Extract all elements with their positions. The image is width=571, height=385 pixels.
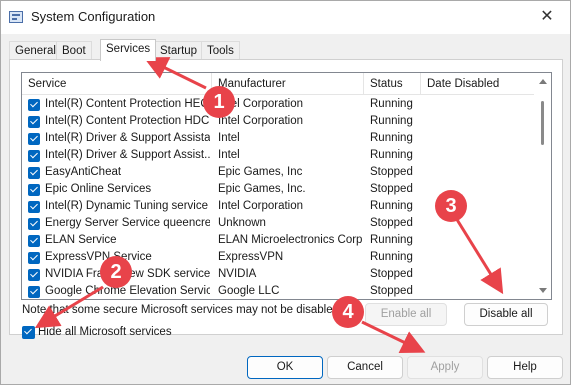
status-cell: Running [370, 234, 413, 246]
manufacturer-cell: ELAN Microelectronics Corp. [218, 234, 362, 246]
vertical-scrollbar[interactable] [534, 73, 551, 299]
service-checkbox[interactable] [28, 150, 40, 162]
service-checkbox[interactable] [28, 99, 40, 111]
service-checkbox[interactable] [28, 184, 40, 196]
table-row[interactable]: Google Chrome Elevation Servic... Google … [22, 283, 535, 299]
scroll-down-arrow-icon[interactable] [539, 288, 547, 293]
service-name-cell: Intel(R) Content Protection HDC... [45, 115, 210, 127]
status-cell: Running [370, 115, 413, 127]
status-cell: Running [370, 200, 413, 212]
scroll-up-arrow-icon[interactable] [539, 79, 547, 84]
tab-startup[interactable]: Startup [154, 41, 204, 60]
service-checkbox[interactable] [28, 252, 40, 264]
manufacturer-cell: Intel Corporation [218, 98, 304, 110]
manufacturer-cell: Intel Corporation [218, 115, 304, 127]
service-checkbox[interactable] [28, 167, 40, 179]
disable-all-button[interactable]: Disable all [464, 303, 548, 326]
status-cell: Stopped [370, 183, 413, 195]
tab-boot[interactable]: Boot [56, 41, 92, 60]
list-header: Service Manufacturer Status Date Disable… [22, 73, 535, 95]
table-row[interactable]: ELAN Service ELAN Microelectronics Corp. R… [22, 232, 535, 249]
tab-services[interactable]: Services [100, 39, 157, 61]
service-name-cell: Intel(R) Driver & Support Assist... [45, 149, 210, 161]
services-panel: Service Manufacturer Status Date Disable… [9, 59, 563, 339]
table-row[interactable]: ExpressVPN Service ExpressVPN Running [22, 249, 535, 266]
status-cell: Stopped [370, 166, 413, 178]
close-button[interactable]: ✕ [524, 1, 570, 33]
annotation-badge-3: 3 [435, 190, 467, 222]
column-header-service[interactable]: Service [22, 73, 212, 95]
tab-general[interactable]: General [9, 41, 62, 60]
status-cell: Running [370, 132, 413, 144]
service-checkbox[interactable] [28, 116, 40, 128]
table-row[interactable]: EasyAntiCheat Epic Games, Inc Stopped [22, 164, 535, 181]
secure-services-note: Note that some secure Microsoft services… [22, 304, 343, 316]
service-name-cell: Google Chrome Elevation Servic... [45, 285, 210, 297]
ok-button[interactable]: OK [247, 356, 323, 379]
annotation-badge-1: 1 [203, 86, 235, 118]
table-row[interactable]: Intel(R) Content Protection HEC... Intel … [22, 96, 535, 113]
service-name-cell: Intel(R) Dynamic Tuning service [45, 200, 208, 212]
manufacturer-cell: Intel Corporation [218, 200, 304, 212]
service-name-cell: EasyAntiCheat [45, 166, 122, 178]
service-checkbox[interactable] [28, 286, 40, 298]
service-checkbox[interactable] [28, 235, 40, 247]
table-row[interactable]: NVIDIA FrameView SDK serviceNVIDIAStoppe… [22, 266, 535, 283]
manufacturer-cell: Epic Games, Inc [218, 166, 303, 178]
service-checkbox[interactable] [28, 218, 40, 230]
manufacturer-cell: Unknown [218, 217, 266, 229]
manufacturer-cell: Intel [218, 149, 240, 161]
service-checkbox[interactable] [28, 269, 40, 281]
column-header-date-disabled[interactable]: Date Disabled [421, 73, 531, 95]
tab-tools[interactable]: Tools [201, 41, 240, 60]
service-checkbox[interactable] [28, 201, 40, 213]
status-cell: Running [370, 149, 413, 161]
column-header-manufacturer[interactable]: Manufacturer [212, 73, 364, 95]
service-name-cell: Intel(R) Driver & Support Assistant [45, 132, 210, 144]
manufacturer-cell: Intel [218, 132, 240, 144]
hide-microsoft-services-checkbox[interactable] [22, 326, 35, 339]
table-row[interactable]: Intel(R) Driver & Support Assistant Intel… [22, 130, 535, 147]
status-cell: Running [370, 98, 413, 110]
hide-microsoft-services-label: Hide all Microsoft services [38, 326, 172, 338]
manufacturer-cell: Epic Games, Inc. [218, 183, 306, 195]
service-name-cell: ELAN Service [45, 234, 117, 246]
annotation-badge-2: 2 [100, 256, 132, 288]
annotation-badge-4: 4 [332, 296, 364, 328]
column-header-status[interactable]: Status [364, 73, 421, 95]
service-checkbox[interactable] [28, 133, 40, 145]
window-title: System Configuration [31, 9, 156, 24]
cancel-button[interactable]: Cancel [327, 356, 403, 379]
apply-button[interactable]: Apply [407, 356, 483, 379]
status-cell: Stopped [370, 217, 413, 229]
status-cell: Stopped [370, 285, 413, 297]
service-name-cell: Intel(R) Content Protection HEC... [45, 98, 210, 110]
table-row[interactable]: Intel(R) Content Protection HDC... Intel … [22, 113, 535, 130]
table-row[interactable]: Intel(R) Driver & Support Assist... Intel… [22, 147, 535, 164]
status-cell: Running [370, 251, 413, 263]
enable-all-button[interactable]: Enable all [365, 303, 447, 326]
service-name-cell: Epic Online Services [45, 183, 152, 195]
service-name-cell: Energy Server Service queencreek [45, 217, 210, 229]
title-bar: System Configuration ✕ [1, 1, 570, 34]
scroll-thumb[interactable] [541, 101, 544, 145]
msconfig-app-icon [9, 11, 23, 23]
system-configuration-window: System Configuration ✕ General Boot Serv… [0, 0, 571, 385]
manufacturer-cell: ExpressVPN [218, 251, 284, 263]
status-cell: Stopped [370, 268, 413, 280]
help-button[interactable]: Help [487, 356, 563, 379]
manufacturer-cell: NVIDIA [218, 268, 257, 280]
